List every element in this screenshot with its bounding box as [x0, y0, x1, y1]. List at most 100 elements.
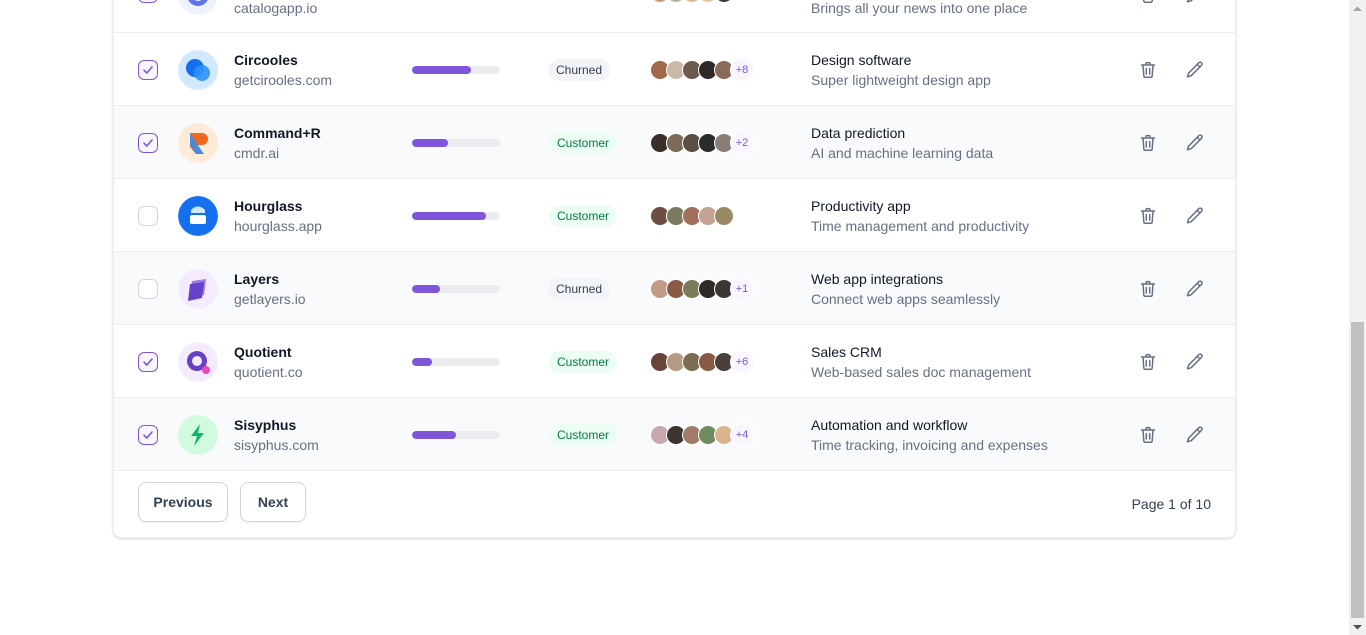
status-badge: Customer — [549, 351, 618, 373]
vertical-scrollbar[interactable] — [1349, 0, 1366, 635]
team-avatars: +1 — [650, 277, 754, 301]
progress-bar — [412, 431, 500, 439]
company-about-title: Design software — [811, 52, 912, 68]
scroll-up-arrow-icon[interactable] — [1349, 0, 1366, 17]
more-avatars-count: +6 — [730, 350, 754, 374]
company-about-description: Time management and productivity — [811, 218, 1030, 234]
row-checkbox[interactable] — [138, 206, 158, 226]
status-badge: Churned — [548, 59, 611, 81]
progress-bar — [412, 66, 500, 74]
trash-icon — [1140, 280, 1156, 298]
catalog-logo — [178, 0, 218, 15]
trash-icon — [1142, 0, 1154, 4]
company-domain: getlayers.io — [234, 291, 306, 307]
table-row: Sisyphus sisyphus.com Customer +4 Automa… — [114, 398, 1235, 471]
avatar — [698, 0, 718, 3]
edit-button[interactable] — [1183, 277, 1207, 301]
delete-button[interactable] — [1136, 423, 1160, 447]
check-icon — [143, 139, 153, 147]
delete-button[interactable] — [1136, 350, 1160, 374]
company-domain: sisyphus.com — [234, 437, 319, 453]
edit-button[interactable] — [1183, 350, 1207, 374]
team-avatars — [650, 0, 734, 5]
edit-button[interactable] — [1183, 0, 1207, 7]
avatar — [714, 206, 734, 226]
pencil-icon — [1186, 280, 1203, 297]
command-r-logo — [178, 123, 218, 163]
scroll-down-arrow-icon[interactable] — [1349, 618, 1366, 635]
avatar — [682, 0, 702, 3]
trash-icon — [1140, 353, 1156, 371]
row-checkbox[interactable] — [138, 279, 158, 299]
company-name: Command+R — [234, 125, 321, 141]
row-checkbox[interactable] — [138, 352, 158, 372]
quotient-logo — [178, 342, 218, 382]
table-row: catalogapp.io Brings all your news into … — [114, 0, 1235, 33]
company-domain: hourglass.app — [234, 218, 322, 234]
table-body: catalogapp.io Brings all your news into … — [114, 0, 1235, 471]
table-row: Circooles getcirooles.com Churned +8 Des… — [114, 33, 1235, 106]
layers-logo — [178, 269, 218, 309]
edit-button[interactable] — [1183, 204, 1207, 228]
company-about-title: Data prediction — [811, 125, 906, 141]
trash-icon — [1140, 134, 1156, 152]
progress-bar — [412, 285, 500, 293]
status-badge: Customer — [549, 132, 618, 154]
team-avatars: +4 — [650, 423, 754, 447]
company-domain: quotient.co — [234, 364, 303, 380]
progress-bar — [412, 139, 500, 147]
company-domain: catalogapp.io — [234, 0, 318, 16]
scrollbar-thumb[interactable] — [1351, 322, 1364, 618]
row-checkbox[interactable] — [138, 133, 158, 153]
check-icon — [143, 431, 153, 439]
more-avatars-count: +4 — [730, 423, 754, 447]
pencil-icon — [1186, 426, 1203, 443]
table-row: Quotient quotient.co Customer +6 Sales C… — [114, 325, 1235, 398]
pencil-icon — [1186, 0, 1193, 3]
trash-icon — [1140, 426, 1156, 444]
pencil-icon — [1186, 353, 1203, 370]
status-badge: Customer — [549, 424, 618, 446]
more-avatars-count: +8 — [730, 58, 754, 82]
company-about-description: Super lightweight design app — [811, 72, 991, 88]
check-icon — [143, 358, 153, 366]
company-about-title: Web app integrations — [811, 271, 944, 287]
status-badge: Customer — [549, 205, 618, 227]
company-name: Circooles — [234, 52, 298, 68]
previous-page-button[interactable]: Previous — [138, 482, 228, 522]
company-about-description: Time tracking, invoicing and expenses — [811, 437, 1048, 453]
edit-button[interactable] — [1183, 131, 1207, 155]
delete-button[interactable] — [1136, 58, 1160, 82]
more-avatars-count: +2 — [730, 131, 754, 155]
avatar — [714, 0, 734, 3]
page-indicator: Page 1 of 10 — [1131, 496, 1211, 512]
table-row: Hourglass hourglass.app Customer Product… — [114, 179, 1235, 252]
hourglass-logo — [178, 196, 218, 236]
trash-icon — [1140, 61, 1156, 79]
pagination-bar: Previous Next Page 1 of 10 — [114, 471, 1235, 537]
companies-table-card: catalogapp.io Brings all your news into … — [113, 0, 1236, 538]
delete-button[interactable] — [1136, 277, 1160, 301]
status-badge: Churned — [548, 278, 611, 300]
table-row: Command+R cmdr.ai Customer +2 Data predi… — [114, 106, 1235, 179]
circooles-logo — [178, 50, 218, 90]
team-avatars: +6 — [650, 350, 754, 374]
avatar — [650, 0, 670, 3]
company-about-title: Sales CRM — [811, 344, 882, 360]
avatar — [666, 0, 686, 3]
row-checkbox[interactable] — [138, 425, 158, 445]
delete-button[interactable] — [1136, 0, 1160, 7]
company-name: Quotient — [234, 344, 292, 360]
progress-bar — [412, 212, 500, 220]
edit-button[interactable] — [1183, 423, 1207, 447]
row-checkbox[interactable] — [138, 0, 158, 3]
company-name: Sisyphus — [234, 417, 297, 433]
delete-button[interactable] — [1136, 131, 1160, 155]
table-row: Layers getlayers.io Churned +1 Web app i… — [114, 252, 1235, 325]
pencil-icon — [1186, 207, 1203, 224]
edit-button[interactable] — [1183, 58, 1207, 82]
company-about-title: Productivity app — [811, 198, 911, 214]
row-checkbox[interactable] — [138, 60, 158, 80]
next-page-button[interactable]: Next — [240, 482, 306, 522]
delete-button[interactable] — [1136, 204, 1160, 228]
